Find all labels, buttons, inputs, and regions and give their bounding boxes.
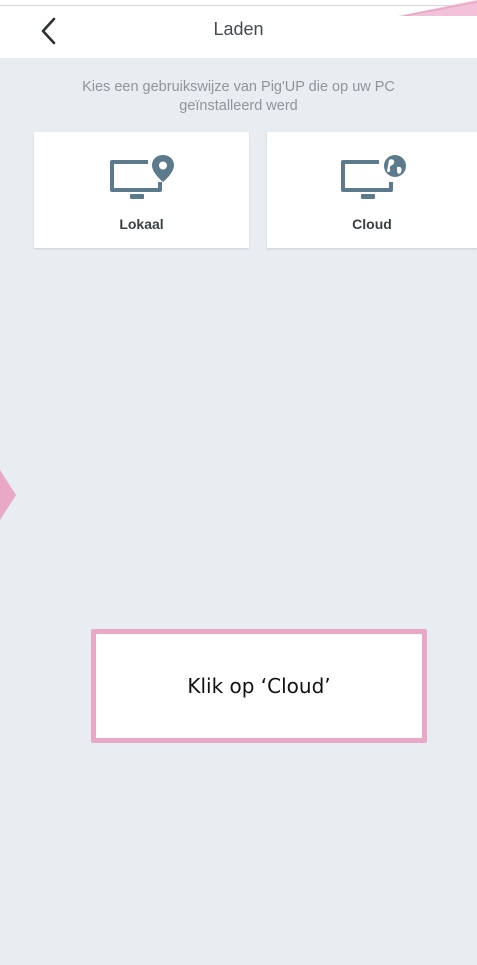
instruction-callout: Klik op ‘Cloud’: [91, 629, 427, 743]
intro-line-1: Kies een gebruikswijze van Pig'UP die op…: [82, 79, 395, 95]
option-label: Cloud: [352, 216, 392, 232]
option-label: Lokaal: [119, 216, 164, 232]
monitor-location-icon: [110, 155, 174, 199]
intro-text: Kies een gebruikswijze van Pig'UP die op…: [40, 78, 437, 116]
option-card-lokaal[interactable]: Lokaal: [34, 132, 249, 248]
option-card-cloud[interactable]: Cloud: [267, 132, 477, 248]
page-title: Laden: [213, 19, 264, 39]
monitor-globe-icon: [341, 155, 406, 199]
decorative-corner: [398, 0, 477, 16]
pointer-arrow-icon: [0, 470, 16, 520]
callout-text: Klik op ‘Cloud’: [187, 674, 331, 698]
intro-line-2: geïnstalleerd werd: [179, 98, 298, 114]
app-header: Laden: [0, 0, 477, 58]
